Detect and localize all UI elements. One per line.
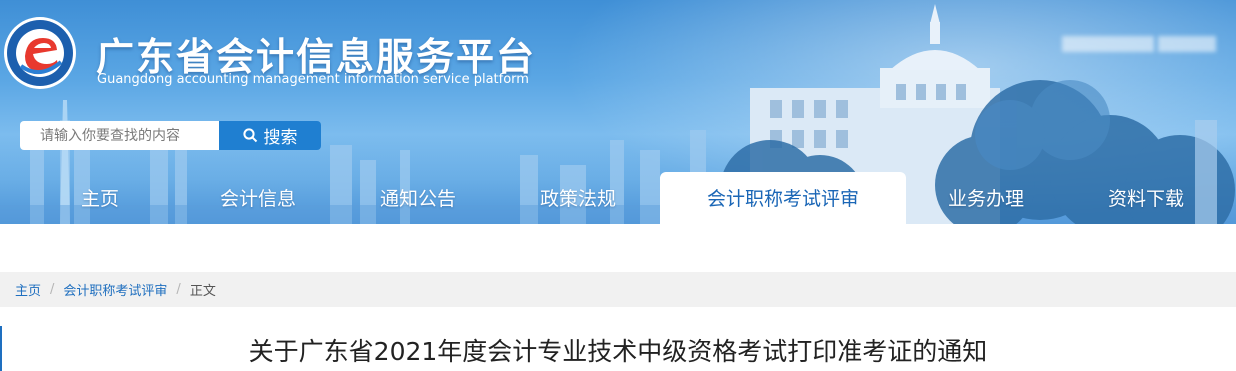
site-subtitle: Guangdong accounting management informat… (97, 72, 529, 87)
breadcrumb-section[interactable]: 会计职称考试评审 (63, 280, 167, 299)
nav-item-notices[interactable]: 通知公告 (358, 172, 478, 224)
search-bar: 搜索 (20, 121, 321, 150)
search-button-label: 搜索 (263, 128, 298, 148)
breadcrumb-separator: / (176, 282, 181, 297)
user-login-area[interactable] (1062, 36, 1236, 54)
nav-item-downloads[interactable]: 资料下载 (1086, 172, 1206, 224)
nav-item-policies[interactable]: 政策法规 (518, 172, 638, 224)
nav-item-home[interactable]: 主页 (60, 172, 140, 224)
site-header: 广东省会计信息服务平台 Guangdong accounting managem… (0, 0, 1236, 224)
breadcrumb-current: 正文 (189, 284, 216, 299)
breadcrumb: 主页 / 会计职称考试评审 / 正文 (0, 272, 1236, 307)
article-title: 关于广东省2021年度会计专业技术中级资格考试打印准考证的通知 (248, 337, 988, 366)
breadcrumb-home[interactable]: 主页 (15, 280, 41, 299)
search-input[interactable] (20, 121, 219, 150)
main-nav: 主页 会计信息 通知公告 政策法规 会计职称考试评审 业务办理 资料下载 (0, 172, 1236, 224)
nav-item-business[interactable]: 业务办理 (926, 172, 1046, 224)
search-icon (242, 128, 257, 143)
nav-item-title-exam[interactable]: 会计职称考试评审 (660, 172, 906, 224)
nav-item-accounting-info[interactable]: 会计信息 (198, 172, 318, 224)
search-button[interactable]: 搜索 (219, 121, 321, 150)
breadcrumb-separator: / (50, 282, 55, 297)
platform-logo (4, 17, 76, 89)
